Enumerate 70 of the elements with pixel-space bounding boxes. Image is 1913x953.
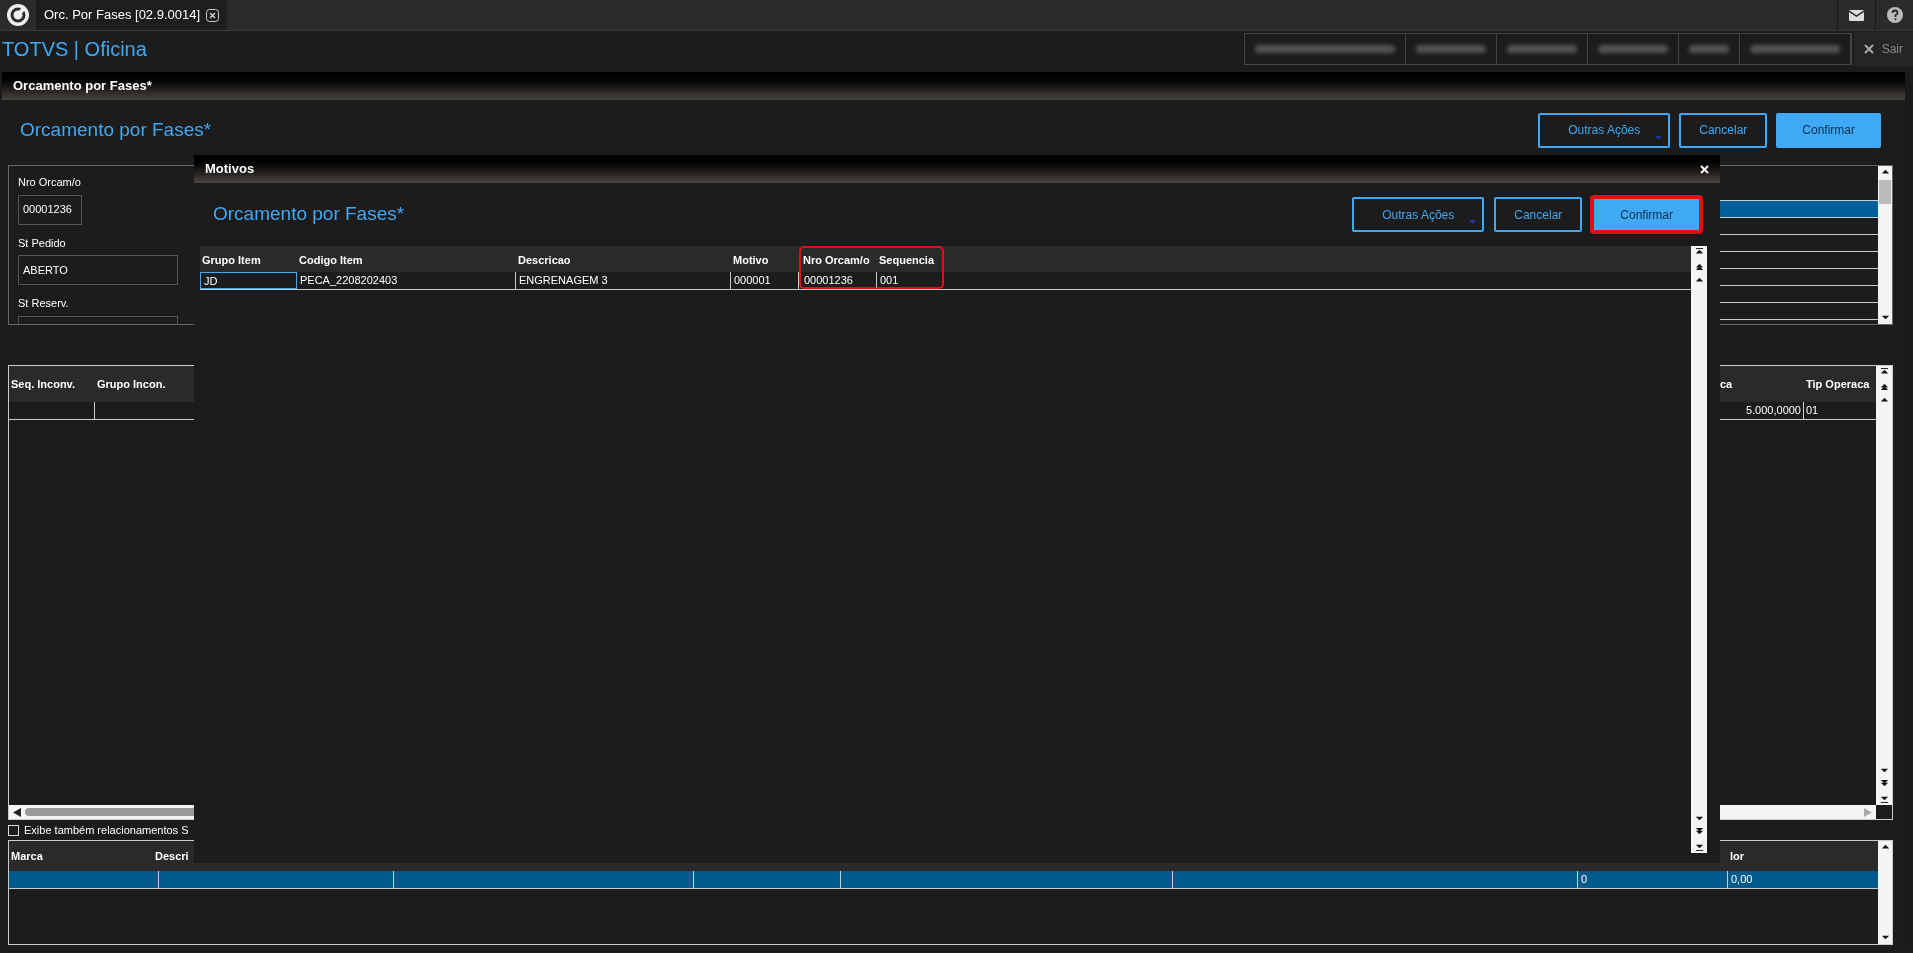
table-cell[interactable]: PECA_2208202403 [297,272,516,289]
table-cell[interactable]: 00001236 [799,272,877,289]
actions-menu-button[interactable]: Outras Ações [1538,112,1671,148]
column-header: Motivo [732,252,770,268]
column-header: Tip Operaca [1805,376,1871,392]
scroll-bottom-icon[interactable] [1694,842,1704,851]
close-icon [1863,44,1874,54]
caret-icon [1469,220,1477,224]
column-header: Nro Orcam/o [799,246,877,272]
mail-icon[interactable] [1849,9,1864,21]
column-header: Descricao [517,252,572,268]
table-cell-text: 0,00 [1730,872,1754,887]
arrow-down-icon[interactable] [1694,814,1704,823]
table-row[interactable]: 0 0,00 [9,871,1878,889]
table-cell[interactable]: 001 [877,272,944,289]
column-header: ca [1719,376,1734,392]
dialog-heading: Orcamento por Fases* [213,202,405,227]
action-button[interactable]: Confirmar [1592,197,1701,232]
redacted-field [1688,45,1729,53]
table-cell[interactable]: 000001 [731,272,799,289]
page-down-icon[interactable] [1879,780,1889,789]
checkbox-label: Exibe também relacionamentos S [24,822,189,838]
scroll-thumb[interactable] [1879,180,1891,204]
column-header: Marca [10,848,44,864]
text-field[interactable]: ABERTO [18,255,178,285]
dialog-title: Motivos [205,160,255,179]
column-header: Seq. Inconv. [10,376,76,392]
brand-title: TOTVS | Oficina [1,37,147,62]
help-icon[interactable] [1886,7,1903,23]
column-header: Descri [154,848,190,864]
column-header: Codigo Item [298,252,364,268]
redacted-field [1597,45,1668,53]
action-button[interactable]: Confirmar [1776,112,1881,148]
page-heading: Orcamento por Fases* [20,117,212,142]
arrow-down-icon[interactable] [1879,766,1889,775]
action-button[interactable]: Cancelar [1679,112,1768,148]
field-label: St Reserv. [18,296,70,311]
logo-icon[interactable] [7,4,29,26]
vertical-scrollbar[interactable] [1876,366,1892,805]
actions-menu-button[interactable]: Outras Ações [1352,197,1485,232]
arrow-left-icon[interactable] [13,807,21,817]
arrow-down-icon[interactable] [1880,933,1890,942]
field-label: St Pedido [18,235,67,251]
panel-title: Orcamento por Fases* [13,77,152,96]
column-header: Sequencia [877,246,944,272]
arrow-down-icon[interactable] [1880,313,1890,322]
column-header: Grupo Incon. [96,376,167,392]
page-up-icon[interactable] [1694,262,1704,271]
page-down-icon[interactable] [1694,828,1704,837]
app-tab[interactable]: Orc. Por Fases [02.9.0014] [36,0,228,30]
vertical-scrollbar[interactable] [1691,246,1707,853]
table-cell-text: 01 [1805,403,1820,418]
table-cell: 0 [1578,871,1728,888]
vertical-scrollbar[interactable] [1878,166,1892,324]
vertical-scrollbar[interactable] [1878,841,1892,944]
redacted-field [1415,45,1486,53]
field-label: Nro Orcam/o [18,175,82,190]
text-field[interactable]: 00001236 [18,194,82,225]
column-header: Grupo Item [201,252,262,268]
column-header: lor [1729,848,1746,864]
close-icon[interactable] [206,8,220,22]
caret-icon [1655,135,1663,140]
scroll-bottom-icon[interactable] [1879,794,1889,803]
table-cell[interactable]: ENGRENAGEM 3 [516,272,731,289]
action-button[interactable]: Cancelar [1494,197,1583,232]
page-up-icon[interactable] [1879,382,1889,391]
redacted-field [1506,45,1577,53]
table-cell[interactable]: JD [200,272,297,289]
checkbox[interactable] [8,824,19,836]
exit-button[interactable]: Sair [1853,32,1913,66]
